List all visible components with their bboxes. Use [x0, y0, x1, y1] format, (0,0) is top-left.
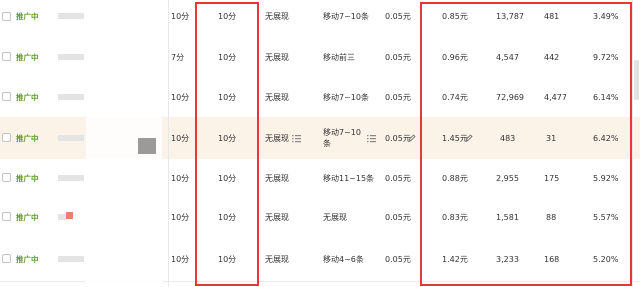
row-checkbox[interactable]: [2, 254, 11, 263]
keyword-text: [58, 54, 84, 60]
mobile-rank: 移动7~10条: [323, 92, 369, 102]
bid: 0.05元: [385, 52, 411, 62]
keyword-text: [58, 13, 84, 19]
quality-score: 7分: [171, 52, 185, 62]
mobile-rank-text: 移动7~10条: [323, 128, 361, 148]
status-label: 推广中: [16, 173, 39, 183]
column-divider: [632, 0, 633, 287]
status-label: 推广中: [16, 254, 39, 264]
quality-score: 10分: [171, 133, 190, 143]
quality-score: 10分: [171, 212, 190, 222]
mobile-rank: 移动前三: [323, 52, 355, 62]
highlight-box-score: [195, 2, 259, 286]
mobile-rank: 无展现: [323, 212, 347, 222]
bid: 0.05元: [385, 254, 411, 264]
mobile-rank: 移动7~10条: [323, 117, 361, 159]
status-label: 推广中: [16, 12, 39, 21]
status-label: 推广中: [16, 212, 39, 222]
highlight-box-metrics: [420, 2, 632, 286]
pc-display: 无展现: [265, 92, 289, 102]
quality-score: 10分: [171, 173, 190, 183]
keyword-text: [58, 94, 84, 100]
bid: 0.05元: [385, 12, 411, 21]
status-label: 推广中: [16, 52, 39, 62]
row-checkbox[interactable]: [2, 52, 11, 61]
pc-display: 无展现: [265, 52, 289, 62]
row-checkbox[interactable]: [2, 212, 11, 221]
row-checkbox[interactable]: [2, 12, 11, 21]
pc-display: 无展现: [265, 173, 289, 183]
list-icon[interactable]: [292, 117, 301, 159]
row-checkbox[interactable]: [2, 92, 11, 101]
quality-score: 10分: [171, 92, 190, 102]
mobile-rank: 移动11~15条: [323, 173, 375, 183]
bid: 0.05元: [385, 173, 411, 183]
mobile-rank: 移动7~10条: [323, 12, 369, 21]
mobile-rank: 移动4~6条: [323, 254, 364, 264]
status-label: 推广中: [16, 133, 39, 143]
red-marker: [66, 212, 73, 219]
list-icon[interactable]: [367, 117, 376, 159]
keyword-text: [58, 214, 66, 220]
pc-display: 无展现: [265, 133, 289, 143]
quality-score: 10分: [171, 12, 190, 21]
keyword-text: [58, 256, 84, 262]
pc-display: 无展现: [265, 254, 289, 264]
quality-score: 10分: [171, 254, 190, 264]
scrollbar[interactable]: [634, 60, 639, 100]
column-divider: [168, 0, 169, 287]
bid: 0.05元: [385, 92, 411, 102]
bid: 0.05元: [385, 133, 411, 143]
row-checkbox[interactable]: [2, 173, 11, 182]
keyword-table: 推广中 10分 10分 无展现 移动7~10条 0.05元 0.85元 13,7…: [0, 0, 640, 287]
bid: 0.05元: [385, 212, 411, 222]
pc-display: 无展现: [265, 212, 289, 222]
keyword-text: [58, 135, 84, 141]
status-label: 推广中: [16, 92, 39, 102]
pencil-icon[interactable]: [408, 117, 416, 159]
keyword-text: [58, 175, 84, 181]
row-checkbox[interactable]: [2, 133, 11, 142]
pc-display: 无展现: [265, 12, 289, 21]
thumbnail-placeholder: [138, 138, 156, 154]
